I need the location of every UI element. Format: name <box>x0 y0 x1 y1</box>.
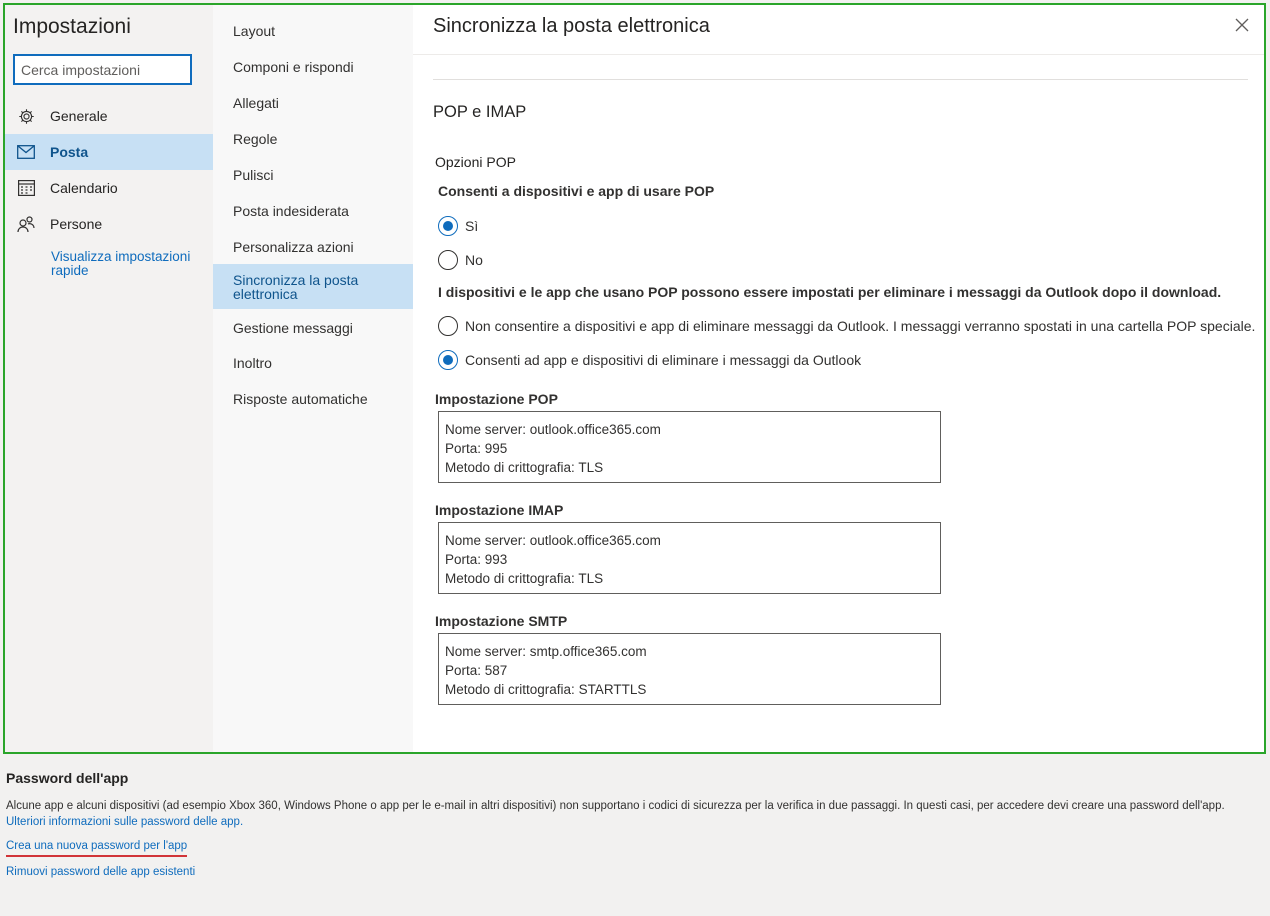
radio-selected-indicator <box>438 350 458 370</box>
smtp-port-text: Porta: 587 <box>445 663 508 678</box>
subnav-item-sincronizza[interactable]: Sincronizza la posta elettronica <box>213 264 413 309</box>
subnav-item-regole[interactable]: Regole <box>213 127 413 151</box>
subnav-item-inoltro[interactable]: Inoltro <box>213 351 413 375</box>
subnav-item-posta-indesiderata[interactable]: Posta indesiderata <box>213 199 413 223</box>
section-divider <box>433 79 1248 80</box>
smtp-server-text: Nome server: smtp.office365.com <box>445 644 647 659</box>
quick-settings-link[interactable]: Visualizza impostazioni rapide <box>51 250 201 278</box>
create-app-password-link[interactable]: Crea una nuova password per l'app <box>6 840 187 852</box>
learn-more-link[interactable]: Ulteriori informazioni sulle password de… <box>6 816 243 828</box>
delete-allow-radio[interactable]: Consenti ad app e dispositivi di elimina… <box>438 350 861 370</box>
radio-label: Sì <box>465 218 479 234</box>
settings-primary-nav: Impostazioni Generale Posta <box>5 5 213 752</box>
close-button[interactable] <box>1232 15 1252 35</box>
pop-encryption-text: Metodo di crittografia: TLS <box>445 460 604 475</box>
nav-item-label: Generale <box>50 108 108 124</box>
page-title: Sincronizza la posta elettronica <box>433 15 710 37</box>
radio-indicator <box>438 250 458 270</box>
search-settings-input[interactable] <box>13 54 192 85</box>
imap-encryption-text: Metodo di crittografia: TLS <box>445 571 604 586</box>
pop-yes-radio[interactable]: Sì <box>438 216 478 236</box>
radio-label: Non consentire a dispositivi e app di el… <box>465 318 1256 334</box>
smtp-encryption-text: Metodo di crittografia: STARTTLS <box>445 682 647 697</box>
pop-options-label: Opzioni POP <box>435 154 516 170</box>
calendar-icon <box>16 178 36 198</box>
pop-server-text: Nome server: outlook.office365.com <box>445 422 661 437</box>
nav-item-label: Calendario <box>50 180 118 196</box>
imap-port-text: Porta: 993 <box>445 552 508 567</box>
settings-content-pane: Sincronizza la posta elettronica POP e I… <box>413 5 1264 752</box>
settings-secondary-nav: Layout Componi e rispondi Allegati Regol… <box>213 5 413 752</box>
settings-window: Impostazioni Generale Posta <box>3 3 1266 754</box>
nav-item-calendario[interactable]: Calendario <box>5 170 213 206</box>
subnav-item-allegati[interactable]: Allegati <box>213 91 413 115</box>
mail-icon <box>16 142 36 162</box>
radio-label: No <box>465 252 483 268</box>
subnav-item-layout[interactable]: Layout <box>213 19 413 43</box>
delete-deny-radio[interactable]: Non consentire a dispositivi e app di el… <box>438 316 1255 336</box>
radio-indicator <box>438 316 458 336</box>
people-icon <box>16 214 36 234</box>
close-icon <box>1235 18 1249 32</box>
section-title-pop-imap: POP e IMAP <box>433 103 527 121</box>
radio-selected-indicator <box>438 216 458 236</box>
app-password-description: Alcune app e alcuni dispositivi (ad esem… <box>6 798 1256 830</box>
subnav-item-personalizza-azioni[interactable]: Personalizza azioni <box>213 235 413 259</box>
subnav-item-risposte-automatiche[interactable]: Risposte automatiche <box>213 387 413 411</box>
pop-port-text: Porta: 995 <box>445 441 508 456</box>
pop-question-label: Consenti a dispositivi e app di usare PO… <box>438 183 715 199</box>
gear-icon <box>16 106 36 126</box>
imap-setting-box: Nome server: outlook.office365.com Porta… <box>438 522 941 594</box>
radio-label: Consenti ad app e dispositivi di elimina… <box>465 352 862 368</box>
remove-app-passwords-link[interactable]: Rimuovi password delle app esistenti <box>6 866 195 878</box>
annotation-underline <box>6 855 187 857</box>
subnav-item-componi[interactable]: Componi e rispondi <box>213 55 413 79</box>
imap-setting-label: Impostazione IMAP <box>435 502 564 518</box>
smtp-setting-label: Impostazione SMTP <box>435 613 568 629</box>
pop-no-radio[interactable]: No <box>438 250 483 270</box>
nav-item-generale[interactable]: Generale <box>5 98 213 134</box>
app-password-title: Password dell'app <box>6 770 129 786</box>
imap-server-text: Nome server: outlook.office365.com <box>445 533 661 548</box>
subnav-item-gestione-messaggi[interactable]: Gestione messaggi <box>213 316 413 340</box>
settings-title: Impostazioni <box>13 15 131 38</box>
smtp-setting-box: Nome server: smtp.office365.com Porta: 5… <box>438 633 941 705</box>
nav-item-label: Posta <box>50 144 89 160</box>
header-divider <box>413 54 1264 55</box>
app-password-section: Password dell'app Alcune app e alcuni di… <box>0 757 1270 916</box>
pop-setting-label: Impostazione POP <box>435 391 558 407</box>
nav-item-persone[interactable]: Persone <box>5 206 213 242</box>
subnav-item-pulisci[interactable]: Pulisci <box>213 163 413 187</box>
pop-setting-box: Nome server: outlook.office365.com Porta… <box>438 411 941 483</box>
nav-item-posta[interactable]: Posta <box>5 134 213 170</box>
nav-item-label: Persone <box>50 216 103 232</box>
delete-question-label: I dispositivi e le app che usano POP pos… <box>438 284 1222 300</box>
app-password-description-text: Alcune app e alcuni dispositivi (ad esem… <box>6 800 1225 812</box>
